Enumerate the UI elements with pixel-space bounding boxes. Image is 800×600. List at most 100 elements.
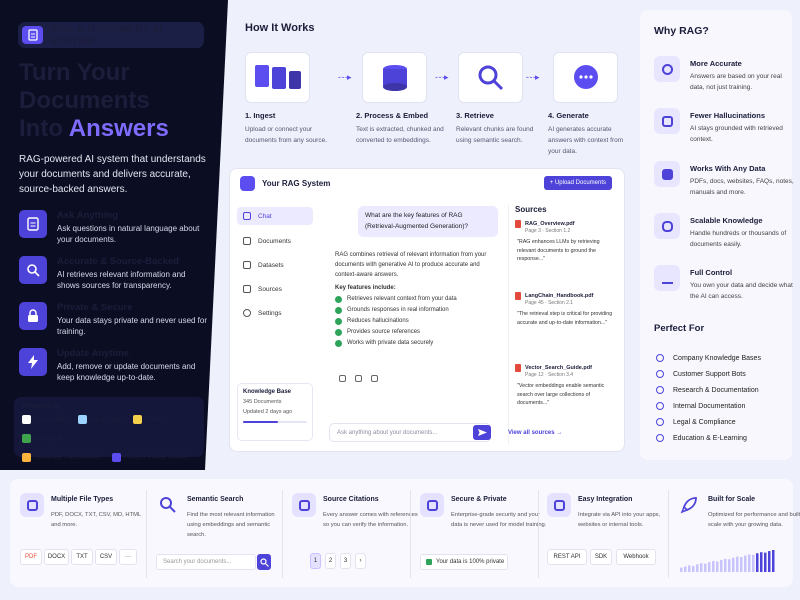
- source-file: Vector_Search_Guide.pdf: [525, 365, 592, 371]
- view-all-sources-link[interactable]: View all sources →: [508, 430, 562, 436]
- check-circle-icon: [656, 434, 664, 442]
- nav-documents[interactable]: Documents: [237, 232, 313, 250]
- card-title: Multiple File Types: [51, 496, 114, 503]
- growth-bar: [772, 550, 775, 572]
- use-case-label: Company Knowledge Bases: [673, 354, 761, 362]
- send-button[interactable]: [473, 425, 491, 440]
- document-icon: [243, 237, 251, 245]
- tech-label: LlamaIndex: [34, 416, 68, 423]
- use-case-item: Research & Documentation: [656, 386, 759, 394]
- card-desc: Integrate via API into your apps, websit…: [578, 512, 661, 528]
- search-documents-input[interactable]: Search your documents...: [156, 554, 256, 570]
- headline-line-2: Documents: [19, 87, 150, 114]
- nav-chat[interactable]: Chat: [237, 207, 313, 225]
- powered-by-label: Powered by: [22, 403, 62, 410]
- growth-bar: [712, 561, 715, 572]
- database-icon: [654, 213, 680, 239]
- use-case-item: Customer Support Bots: [656, 370, 746, 378]
- growth-bars: [680, 550, 775, 572]
- key-feature-text: Retrieves relevant context from your dat…: [347, 296, 457, 302]
- nav-datasets[interactable]: Datasets: [237, 256, 313, 274]
- sources-icon: [243, 285, 251, 293]
- use-case-label: Research & Documentation: [673, 386, 759, 394]
- search-button[interactable]: [257, 554, 271, 570]
- app-header: Your RAG System: [240, 176, 330, 191]
- flow-arrow-icon: - - -▸: [338, 72, 351, 82]
- check-icon: [335, 295, 342, 303]
- source-item[interactable]: Vector_Search_Guide.pdf Page 12 · Sectio…: [515, 364, 616, 430]
- kb-title: Knowledge Base: [243, 389, 292, 395]
- feature-desc: Ask questions in natural language about …: [57, 224, 200, 244]
- thumbs-up-icon[interactable]: [355, 375, 362, 382]
- divider: [538, 490, 539, 578]
- card-desc: PDF, DOCX, TXT, CSV, MD, HTML and more.: [51, 512, 141, 528]
- why-item-desc: Handle hundreds or thousands of document…: [690, 230, 787, 248]
- page-3[interactable]: 3: [340, 553, 351, 569]
- nav-settings[interactable]: Settings: [237, 304, 313, 322]
- source-page: Page 3 · Section 1.2: [525, 228, 571, 234]
- page-2[interactable]: 2: [325, 553, 336, 569]
- feature-desc: AI retrieves relevant information and sh…: [57, 270, 186, 290]
- why-item: More Accurate Answers are based on your r…: [654, 56, 794, 93]
- feature-title: Update Anytime: [57, 348, 129, 359]
- perfect-for-title: Perfect For: [654, 323, 705, 334]
- divider: [146, 490, 147, 578]
- key-feature-item: Grounds responses in real information: [335, 305, 493, 315]
- nav-sources[interactable]: Sources: [237, 280, 313, 298]
- nav-label: Chat: [258, 212, 272, 220]
- source-page: Page 12 · Section 3.4: [525, 372, 574, 378]
- divider: [282, 490, 283, 578]
- search-icon: [156, 493, 180, 517]
- source-quote: "The retrieval step is critical for prov…: [517, 311, 613, 326]
- step-title: 3. Retrieve: [456, 111, 494, 120]
- nav-label: Settings: [258, 309, 282, 317]
- growth-bar: [700, 563, 703, 572]
- nav-label: Datasets: [258, 261, 284, 269]
- copy-icon[interactable]: [339, 375, 346, 382]
- sources-title: Sources: [515, 205, 547, 214]
- growth-bar: [764, 552, 767, 572]
- feature-title: Accurate & Source-Backed: [57, 256, 179, 267]
- step-title: 1. Ingest: [245, 111, 276, 120]
- tech-langgraph: LangGraph: [78, 415, 123, 424]
- tech-label: Python: [145, 416, 166, 423]
- sources-panel: Sources RAG_Overview.pdf Page 3 · Sectio…: [508, 205, 616, 445]
- chip-more[interactable]: ···: [119, 549, 137, 565]
- check-icon: [335, 317, 342, 325]
- document-icon: [22, 26, 44, 44]
- growth-bar: [736, 556, 739, 572]
- step-title: 4. Generate: [548, 111, 589, 120]
- upload-documents-button[interactable]: + Upload Documents: [543, 176, 612, 190]
- ask-input[interactable]: Ask anything about your documents...: [329, 423, 491, 442]
- kb-progress-bar: [243, 421, 307, 423]
- growth-bar: [708, 562, 711, 572]
- check-circle-icon: [656, 370, 664, 378]
- chat-icon: [243, 212, 251, 220]
- page-1[interactable]: 1: [310, 553, 321, 569]
- growth-bar: [756, 553, 759, 572]
- why-item-desc: You own your data and decide what the AI…: [690, 282, 793, 300]
- key-feature-item: Works with private data securely: [335, 338, 493, 348]
- tech-label: FAISS / Vector Search: [124, 454, 189, 461]
- source-item[interactable]: RAG_Overview.pdf Page 3 · Section 1.2 "R…: [515, 220, 616, 286]
- app-logo-icon: [240, 176, 255, 191]
- growth-bar: [752, 554, 755, 572]
- why-item-title: Fewer Hallucinations: [690, 111, 766, 120]
- key-feature-item: Retrieves relevant context from your dat…: [335, 294, 493, 304]
- growth-bar: [692, 565, 695, 572]
- step-desc: Text is extracted, chunked and converted…: [356, 126, 444, 144]
- thumbs-down-icon[interactable]: [371, 375, 378, 382]
- page-next[interactable]: ›: [355, 553, 366, 569]
- step-desc: AI generates accurate answers with conte…: [548, 126, 624, 155]
- why-item: Full Control You own your data and decide…: [654, 265, 794, 302]
- card-title: Source Citations: [323, 496, 379, 503]
- lock-icon: [19, 302, 47, 330]
- why-rag-title: Why RAG?: [654, 25, 709, 37]
- chip-docx: DOCX: [44, 549, 69, 565]
- nav-label: Sources: [258, 285, 282, 293]
- growth-bar: [732, 557, 735, 572]
- tech-faiss: FAISS / Vector Search: [112, 453, 189, 462]
- source-item[interactable]: LangChain_Handbook.pdf Page 45 · Section…: [515, 292, 616, 358]
- chat-bubble-icon: [553, 52, 618, 103]
- lightning-icon: [19, 348, 47, 376]
